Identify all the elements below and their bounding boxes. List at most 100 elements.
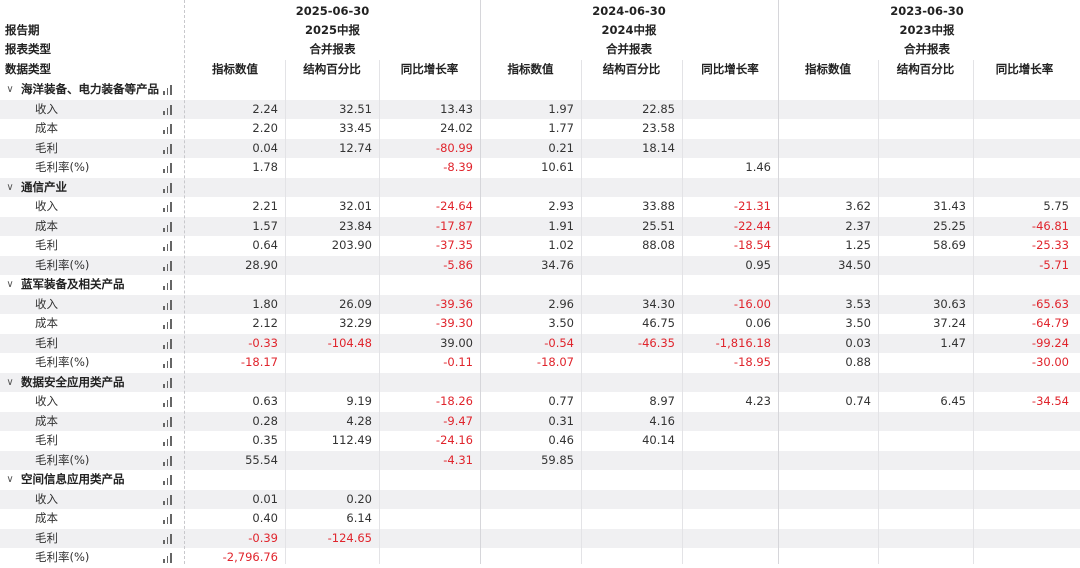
column-divider bbox=[581, 60, 582, 564]
row-label: 毛利率(%) bbox=[35, 257, 90, 272]
value-cell: 0.95 bbox=[745, 257, 771, 272]
value-cell: 37.24 bbox=[933, 316, 966, 330]
table-row: 成本 2.12 32.29 -39.30 3.50 46.75 0.06 3.50 37.24 -… bbox=[0, 314, 1080, 334]
bar-chart-icon[interactable] bbox=[163, 533, 175, 544]
table-row: 成本 1.57 23.84 -17.87 1.91 25.51 -22.44 2.37 25.2… bbox=[0, 216, 1080, 236]
value-cell bbox=[973, 139, 1076, 159]
bar-chart-icon[interactable] bbox=[163, 319, 175, 329]
value-cell bbox=[878, 353, 973, 373]
value-cell bbox=[878, 119, 973, 139]
bar-chart-icon[interactable] bbox=[163, 416, 175, 427]
value-cell bbox=[682, 548, 778, 568]
bar-chart-icon[interactable] bbox=[163, 182, 175, 193]
column-header-2-2[interactable]: 同比增长率 bbox=[973, 60, 1076, 80]
group-row[interactable]: ∨ 通信产业 bbox=[0, 177, 1080, 198]
value-cell: 0.04 bbox=[252, 140, 278, 155]
value-cell: 30.63 bbox=[933, 296, 966, 311]
bar-chart-icon[interactable] bbox=[163, 299, 175, 310]
value-cell: -99.24 bbox=[1031, 335, 1069, 350]
row-label: 成本 bbox=[35, 121, 58, 135]
value-cell: 25.25 bbox=[933, 218, 966, 233]
column-header-0-0[interactable]: 指标数值 bbox=[185, 60, 285, 80]
value-cell bbox=[973, 490, 1076, 510]
value-cell: -65.63 bbox=[1031, 296, 1069, 311]
bar-chart-icon[interactable] bbox=[163, 104, 175, 115]
bar-chart-icon[interactable] bbox=[163, 377, 175, 388]
value-cell bbox=[778, 158, 878, 178]
chevron-down-icon[interactable]: ∨ bbox=[3, 80, 17, 100]
value-cell: 4.28 bbox=[346, 413, 372, 428]
chevron-down-icon[interactable]: ∨ bbox=[3, 470, 17, 490]
period-0-type: 合并报表 bbox=[309, 42, 356, 56]
value-cell: 5.75 bbox=[1043, 199, 1069, 213]
column-header-1-2[interactable]: 同比增长率 bbox=[682, 60, 778, 80]
group-row[interactable]: ∨ 空间信息应用类产品 bbox=[0, 470, 1080, 490]
bar-chart-icon[interactable] bbox=[163, 260, 175, 271]
value-cell bbox=[778, 431, 878, 451]
bar-chart-icon[interactable] bbox=[163, 338, 175, 349]
bar-chart-icon[interactable] bbox=[163, 143, 175, 154]
group-name: 空间信息应用类产品 bbox=[21, 472, 125, 486]
bar-chart-icon[interactable] bbox=[163, 280, 175, 290]
chevron-down-icon[interactable]: ∨ bbox=[3, 178, 17, 198]
value-cell: -18.17 bbox=[240, 355, 278, 369]
bar-chart-icon[interactable] bbox=[163, 436, 175, 446]
bar-chart-icon[interactable] bbox=[163, 494, 175, 505]
bar-chart-icon[interactable] bbox=[163, 163, 175, 173]
table-row: 毛利率(%) 55.54 -4.31 59.85 bbox=[0, 450, 1080, 470]
group-row[interactable]: ∨ 蓝军装备及相关产品 bbox=[0, 275, 1080, 295]
value-cell: -39.36 bbox=[435, 296, 473, 311]
value-cell bbox=[682, 412, 778, 432]
row-label: 毛利 bbox=[35, 238, 58, 252]
column-header-1-0[interactable]: 指标数值 bbox=[480, 60, 581, 80]
value-cell: 203.90 bbox=[331, 238, 372, 252]
table-row: 毛利 0.64 203.90 -37.35 1.02 88.08 -18.54 1.25 58.… bbox=[0, 236, 1080, 256]
column-header-1-1[interactable]: 结构百分比 bbox=[581, 60, 682, 80]
bar-chart-icon[interactable] bbox=[163, 85, 175, 95]
bar-chart-icon[interactable] bbox=[163, 455, 175, 466]
bar-chart-icon[interactable] bbox=[163, 553, 175, 563]
value-cell bbox=[682, 431, 778, 451]
value-cell: 0.03 bbox=[845, 335, 871, 350]
value-cell: 58.69 bbox=[933, 238, 966, 252]
bar-chart-icon[interactable] bbox=[163, 358, 175, 368]
value-cell bbox=[581, 548, 682, 568]
column-header-0-2[interactable]: 同比增长率 bbox=[379, 60, 480, 80]
value-cell: 23.84 bbox=[339, 218, 372, 233]
value-cell bbox=[878, 256, 973, 276]
value-cell: 6.14 bbox=[346, 511, 372, 525]
value-cell: 4.16 bbox=[649, 413, 675, 428]
value-cell: 0.31 bbox=[548, 413, 574, 428]
table-row: 成本 2.20 33.45 24.02 1.77 23.58 bbox=[0, 119, 1080, 139]
value-cell bbox=[581, 490, 682, 510]
bar-chart-icon[interactable] bbox=[163, 241, 175, 251]
bar-chart-icon[interactable] bbox=[163, 221, 175, 232]
value-cell: 59.85 bbox=[541, 452, 574, 467]
column-header-2-0[interactable]: 指标数值 bbox=[778, 60, 878, 80]
chevron-down-icon[interactable]: ∨ bbox=[3, 275, 17, 295]
value-cell: 34.50 bbox=[838, 257, 871, 272]
row-label: 成本 bbox=[35, 316, 58, 330]
column-header-0-1[interactable]: 结构百分比 bbox=[285, 60, 379, 80]
column-header-2-1[interactable]: 结构百分比 bbox=[878, 60, 973, 80]
value-cell: -22.44 bbox=[733, 218, 771, 233]
value-cell: 0.01 bbox=[252, 491, 278, 506]
chevron-down-icon[interactable]: ∨ bbox=[3, 373, 17, 393]
value-cell: 9.19 bbox=[346, 394, 372, 408]
bar-chart-icon[interactable] bbox=[163, 202, 175, 212]
value-cell bbox=[379, 490, 480, 510]
value-cell: 22.85 bbox=[642, 101, 675, 116]
value-cell bbox=[379, 529, 480, 549]
bar-chart-icon[interactable] bbox=[163, 397, 175, 407]
group-row[interactable]: ∨ 海洋装备、电力装备等产品 bbox=[0, 80, 1080, 100]
value-cell: -18.54 bbox=[733, 238, 771, 252]
value-cell: 13.43 bbox=[440, 101, 473, 116]
value-cell bbox=[878, 431, 973, 451]
value-cell: -24.16 bbox=[435, 433, 473, 447]
value-cell bbox=[778, 412, 878, 432]
bar-chart-icon[interactable] bbox=[163, 514, 175, 524]
bar-chart-icon[interactable] bbox=[163, 475, 175, 485]
group-row[interactable]: ∨ 数据安全应用类产品 bbox=[0, 372, 1080, 393]
bar-chart-icon[interactable] bbox=[163, 124, 175, 134]
value-cell bbox=[878, 412, 973, 432]
